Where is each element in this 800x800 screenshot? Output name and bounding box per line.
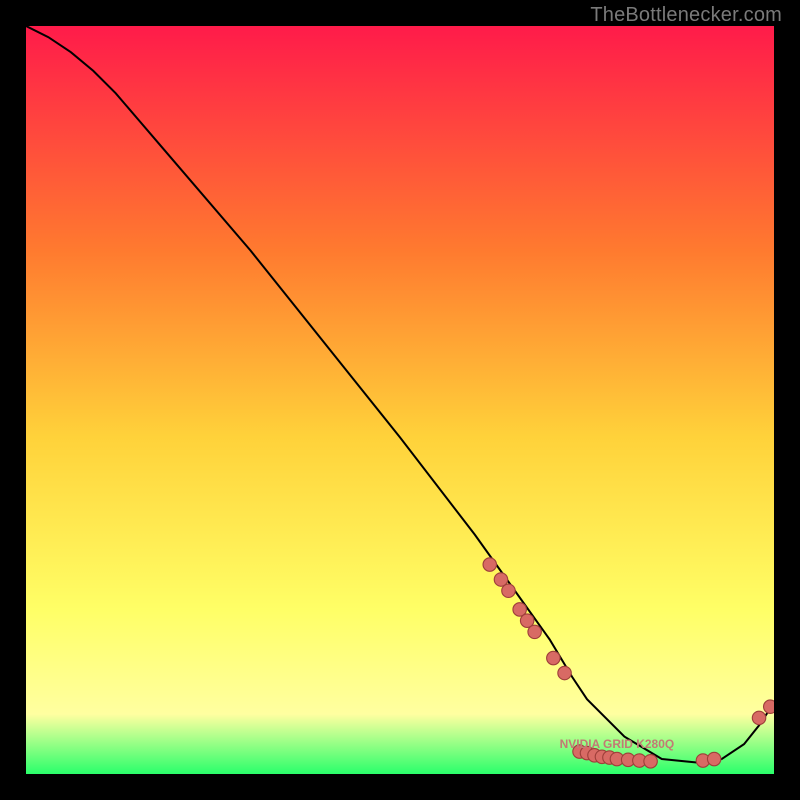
- curve-marker: [707, 752, 720, 765]
- curve-marker: [483, 558, 496, 571]
- curve-marker: [764, 700, 774, 713]
- curve-marker: [752, 711, 765, 724]
- curve-marker: [547, 651, 560, 664]
- curve-marker: [528, 625, 541, 638]
- curve-marker: [502, 584, 515, 597]
- curve-marker: [558, 666, 571, 679]
- gradient-background: [26, 26, 774, 774]
- plot-area: NVIDIA GRID K280Q: [26, 26, 774, 774]
- axis-label: NVIDIA GRID K280Q: [560, 737, 674, 751]
- chart-frame: TheBottlenecker.com NVIDIA GRID K280Q: [0, 0, 800, 800]
- watermark-text: TheBottlenecker.com: [590, 4, 782, 27]
- curve-marker: [644, 755, 657, 768]
- plot-svg: NVIDIA GRID K280Q: [26, 26, 774, 774]
